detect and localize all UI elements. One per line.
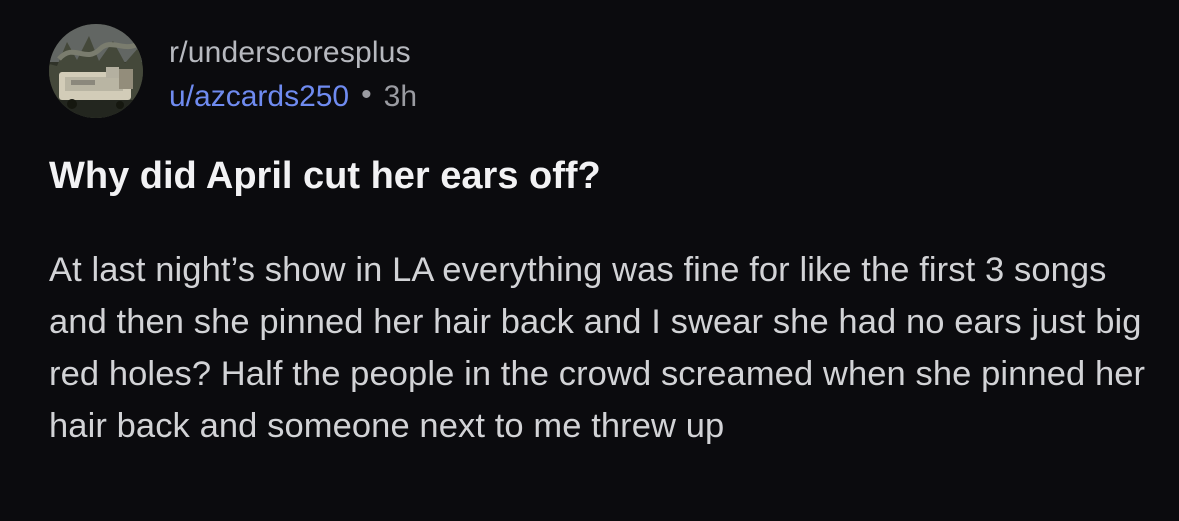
post-body: At last night’s show in LA everything wa… [49, 251, 1146, 445]
subreddit-avatar-image [49, 24, 143, 118]
subreddit-avatar[interactable] [49, 24, 143, 118]
reddit-post: r/underscoresplus u/azcards250 • 3h Why di… [0, 0, 1179, 521]
author-line: u/azcards250 • 3h [169, 75, 417, 119]
username-link[interactable]: u/azcards250 [169, 80, 349, 113]
separator-dot: • [361, 78, 372, 111]
post-title[interactable]: Why did April cut her ears off? [49, 150, 1129, 202]
subreddit-link[interactable]: r/underscoresplus [169, 31, 417, 75]
post-age: 3h [383, 80, 418, 113]
post-meta: r/underscoresplus u/azcards250 • 3h [169, 31, 417, 119]
